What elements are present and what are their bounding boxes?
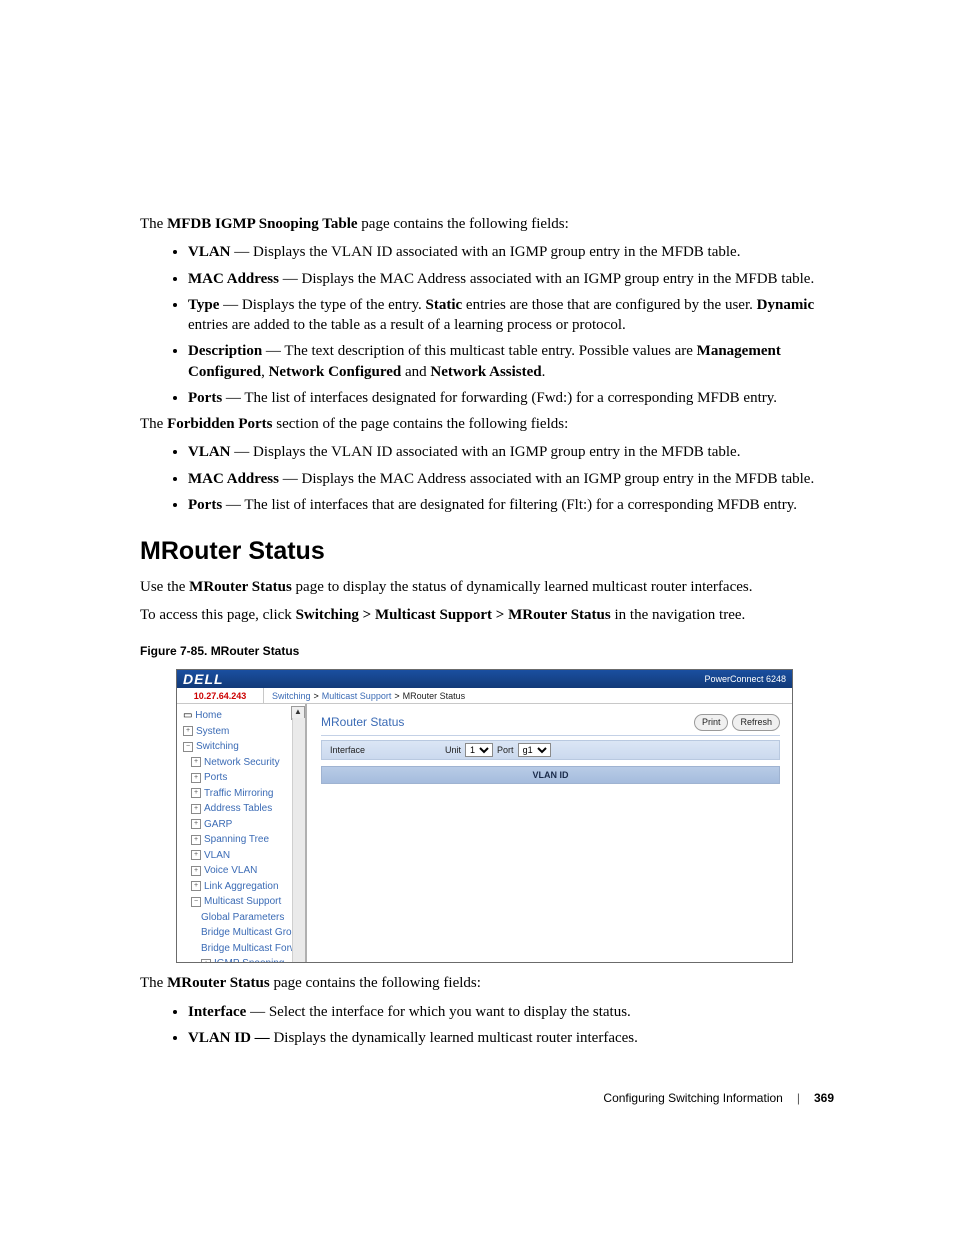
list-item: MAC Address — Displays the MAC Address a… bbox=[188, 269, 834, 289]
nav-garp[interactable]: +GARP bbox=[181, 817, 303, 833]
expand-icon[interactable]: + bbox=[191, 788, 201, 798]
expand-icon[interactable]: + bbox=[191, 835, 201, 845]
expand-icon[interactable]: + bbox=[191, 757, 201, 767]
forbidden-field-list: VLAN — Displays the VLAN ID associated w… bbox=[140, 442, 834, 515]
ip-address: 10.27.64.243 bbox=[177, 688, 264, 704]
expand-icon[interactable]: + bbox=[191, 819, 201, 829]
nav-spanning-tree[interactable]: +Spanning Tree bbox=[181, 832, 303, 848]
product-label: PowerConnect 6248 bbox=[704, 673, 786, 685]
shot-header: DELL PowerConnect 6248 bbox=[177, 670, 792, 688]
nav-system[interactable]: +System bbox=[181, 724, 303, 740]
expand-icon[interactable]: + bbox=[191, 866, 201, 876]
list-item: Ports — The list of interfaces designate… bbox=[188, 388, 834, 408]
scrollbar[interactable] bbox=[292, 718, 305, 962]
figure-caption: Figure 7-85. MRouter Status bbox=[140, 643, 834, 659]
para-use: Use the MRouter Status page to display t… bbox=[140, 577, 834, 597]
list-item: Description — The text description of th… bbox=[188, 341, 834, 382]
list-item: VLAN ID — Displays the dynamically learn… bbox=[188, 1028, 834, 1048]
shot-bar: 10.27.64.243 Switching > Multicast Suppo… bbox=[177, 688, 792, 704]
mrouter-field-list: Interface — Select the interface for whi… bbox=[140, 1002, 834, 1049]
nav-voice-vlan[interactable]: +Voice VLAN bbox=[181, 863, 303, 879]
nav-vlan[interactable]: +VLAN bbox=[181, 848, 303, 864]
page-number: 369 bbox=[814, 1090, 834, 1106]
dell-logo: DELL bbox=[183, 670, 224, 689]
intro-forbidden: The Forbidden Ports section of the page … bbox=[140, 414, 834, 434]
nav-igmp-snooping[interactable]: +IGMP Snooping bbox=[181, 956, 303, 962]
port-select[interactable]: g1 bbox=[518, 743, 551, 757]
nav-link-aggregation[interactable]: +Link Aggregation bbox=[181, 879, 303, 895]
content-panel: MRouter Status Print Refresh Interface U… bbox=[307, 704, 792, 962]
list-item: VLAN — Displays the VLAN ID associated w… bbox=[188, 442, 834, 462]
nav-home[interactable]: ▭ Home bbox=[181, 708, 303, 724]
panel-title: MRouter Status bbox=[321, 714, 404, 730]
list-item: VLAN — Displays the VLAN ID associated w… bbox=[188, 242, 834, 262]
expand-icon[interactable]: + bbox=[183, 726, 193, 736]
nav-global-parameters[interactable]: Global Parameters bbox=[181, 910, 303, 926]
collapse-icon[interactable]: − bbox=[191, 897, 201, 907]
intro-mrouter-fields: The MRouter Status page contains the fol… bbox=[140, 973, 834, 993]
breadcrumb: Switching > Multicast Support > MRouter … bbox=[264, 688, 792, 704]
expand-icon[interactable]: + bbox=[191, 804, 201, 814]
print-button[interactable]: Print bbox=[694, 714, 729, 730]
unit-select[interactable]: 1 bbox=[465, 743, 493, 757]
nav-bridge-multicast-forwarding[interactable]: Bridge Multicast Forwarding bbox=[181, 941, 303, 957]
home-icon: ▭ bbox=[183, 710, 192, 721]
expand-icon[interactable]: + bbox=[191, 850, 201, 860]
interface-label: Interface bbox=[330, 744, 365, 756]
screenshot-mrouter-status: DELL PowerConnect 6248 10.27.64.243 Swit… bbox=[176, 669, 793, 963]
port-label: Port bbox=[497, 744, 514, 756]
unit-label: Unit bbox=[445, 744, 461, 756]
nav-multicast-support[interactable]: −Multicast Support bbox=[181, 894, 303, 910]
nav-switching[interactable]: −Switching bbox=[181, 739, 303, 755]
para-access: To access this page, click Switching > M… bbox=[140, 605, 834, 625]
expand-icon[interactable]: + bbox=[201, 959, 211, 963]
breadcrumb-current: MRouter Status bbox=[403, 690, 466, 702]
divider bbox=[321, 735, 780, 736]
expand-icon[interactable]: + bbox=[191, 881, 201, 891]
page-footer: Configuring Switching Information | 369 bbox=[140, 1090, 834, 1106]
list-item: Interface — Select the interface for whi… bbox=[188, 1002, 834, 1022]
refresh-button[interactable]: Refresh bbox=[732, 714, 780, 730]
nav-traffic-mirroring[interactable]: +Traffic Mirroring bbox=[181, 786, 303, 802]
breadcrumb-link[interactable]: Switching bbox=[272, 690, 311, 702]
nav-address-tables[interactable]: +Address Tables bbox=[181, 801, 303, 817]
nav-tree: ▲ ▭ Home +System −Switching +Network Sec… bbox=[177, 704, 307, 962]
list-item: Ports — The list of interfaces that are … bbox=[188, 495, 834, 515]
collapse-icon[interactable]: − bbox=[183, 742, 193, 752]
breadcrumb-link[interactable]: Multicast Support bbox=[322, 690, 392, 702]
list-item: MAC Address — Displays the MAC Address a… bbox=[188, 469, 834, 489]
interface-row: Interface Unit 1 Port g1 bbox=[321, 740, 780, 760]
expand-icon[interactable]: + bbox=[191, 773, 201, 783]
nav-ports[interactable]: +Ports bbox=[181, 770, 303, 786]
nav-bridge-multicast-group[interactable]: Bridge Multicast Group bbox=[181, 925, 303, 941]
nav-network-security[interactable]: +Network Security bbox=[181, 755, 303, 771]
vlan-id-header: VLAN ID bbox=[321, 766, 780, 784]
mfdb-field-list: VLAN — Displays the VLAN ID associated w… bbox=[140, 242, 834, 408]
footer-title: Configuring Switching Information bbox=[603, 1090, 782, 1106]
intro-mfdb: The MFDB IGMP Snooping Table page contai… bbox=[140, 214, 834, 234]
section-heading-mrouter: MRouter Status bbox=[140, 535, 834, 569]
list-item: Type — Displays the type of the entry. S… bbox=[188, 295, 834, 336]
footer-separator: | bbox=[797, 1090, 800, 1106]
